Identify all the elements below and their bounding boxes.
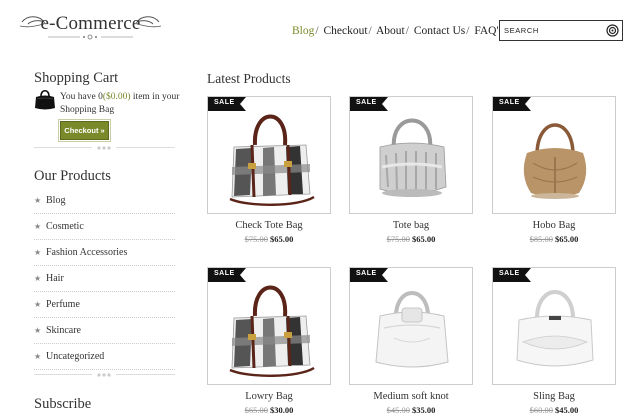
product-card[interactable]: SALE Sling Bag $60.00 $45.00 xyxy=(492,267,616,415)
star-icon: ★ xyxy=(34,274,42,283)
our-products-title: Our Products xyxy=(34,168,111,184)
sale-price: $35.00 xyxy=(412,405,436,415)
shopping-bag-icon xyxy=(35,89,55,110)
category-item[interactable]: ★ Perfume xyxy=(34,292,175,318)
old-price: $75.00 xyxy=(386,234,410,244)
sale-badge: SALE xyxy=(208,268,246,282)
star-icon: ★ xyxy=(34,196,42,205)
product-name[interactable]: Tote bag xyxy=(349,220,473,231)
product-image-frame[interactable]: SALE xyxy=(492,267,616,385)
search-input[interactable] xyxy=(504,24,602,37)
product-price: $65.00 $30.00 xyxy=(207,405,331,415)
star-icon: ★ xyxy=(34,352,42,361)
cart-amount: ($0.00) xyxy=(102,92,131,102)
old-price: $60.00 xyxy=(529,405,553,415)
product-image-frame[interactable]: SALE xyxy=(492,96,616,214)
hobo-bag-image xyxy=(523,123,587,199)
product-card[interactable]: SALE Tote bag $75.00 $65.00 xyxy=(349,96,473,244)
old-price: $65.00 xyxy=(244,405,268,415)
nav-blog[interactable]: Blog xyxy=(292,25,314,37)
old-price: $75.00 xyxy=(244,234,268,244)
sale-price: $45.00 xyxy=(555,405,579,415)
product-name[interactable]: Medium soft knot xyxy=(349,391,473,402)
sale-badge: SALE xyxy=(350,268,388,282)
tote-bag-image xyxy=(379,118,447,197)
category-item[interactable]: ★ Blog xyxy=(34,188,175,214)
product-card[interactable]: SALE Hobo Bag $85.00 $65.00 xyxy=(492,96,616,244)
logo-text: e-Commerce xyxy=(40,13,141,34)
main-nav: Blog/ Checkout/ About/ Contact Us/ FAQ's xyxy=(292,25,504,37)
category-item[interactable]: ★ Fashion Accessories xyxy=(34,240,175,266)
product-card[interactable]: SALE Medium soft knot $45.00 $35.00 xyxy=(349,267,473,415)
sale-badge: SALE xyxy=(350,97,388,111)
subscribe-title: Subscribe xyxy=(34,396,92,412)
old-price: $85.00 xyxy=(529,234,553,244)
search-icon[interactable] xyxy=(606,24,619,37)
product-name[interactable]: Check Tote Bag xyxy=(207,220,331,231)
product-card[interactable]: SALE Check Tote Bag $75.00 $65.00 xyxy=(207,96,331,244)
product-name[interactable]: Lowry Bag xyxy=(207,391,331,402)
sale-price: $65.00 xyxy=(555,234,579,244)
product-price: $75.00 $65.00 xyxy=(207,234,331,244)
search-box xyxy=(499,20,623,41)
shopping-cart-title: Shopping Cart xyxy=(34,70,119,86)
category-item[interactable]: ★ Uncategorized xyxy=(34,344,175,370)
category-list: ★ Blog ★ Cosmetic ★ Fashion Accessories ★ Ha… xyxy=(34,188,175,370)
sale-price: $65.00 xyxy=(270,234,294,244)
medium-soft-knot-bag-image xyxy=(375,291,449,368)
star-icon: ★ xyxy=(34,222,42,231)
product-name[interactable]: Sling Bag xyxy=(492,391,616,402)
check-tote-bag-image xyxy=(229,114,315,206)
cart-summary: You have 0($0.00) item in your Shopping … xyxy=(60,92,180,115)
product-image-frame[interactable]: SALE xyxy=(207,96,331,214)
divider xyxy=(34,372,175,378)
product-price: $45.00 $35.00 xyxy=(349,405,473,415)
sling-bag-image xyxy=(516,290,594,367)
nav-checkout[interactable]: Checkout xyxy=(323,25,367,37)
sale-badge: SALE xyxy=(493,268,531,282)
sale-price: $65.00 xyxy=(412,234,436,244)
product-price: $75.00 $65.00 xyxy=(349,234,473,244)
product-image-frame[interactable]: SALE xyxy=(207,267,331,385)
divider xyxy=(34,145,175,151)
star-icon: ★ xyxy=(34,300,42,309)
star-icon: ★ xyxy=(34,326,42,335)
product-name[interactable]: Hobo Bag xyxy=(492,220,616,231)
product-price: $85.00 $65.00 xyxy=(492,234,616,244)
sale-badge: SALE xyxy=(208,97,246,111)
nav-about[interactable]: About xyxy=(376,25,405,37)
lowry-bag-image xyxy=(229,285,315,377)
product-image-frame[interactable]: SALE xyxy=(349,96,473,214)
logo[interactable]: e-Commerce xyxy=(18,10,163,44)
star-icon: ★ xyxy=(34,248,42,257)
old-price: $45.00 xyxy=(386,405,410,415)
nav-contact-us[interactable]: Contact Us xyxy=(414,25,465,37)
sale-price: $30.00 xyxy=(270,405,294,415)
category-item[interactable]: ★ Skincare xyxy=(34,318,175,344)
category-item[interactable]: ★ Cosmetic xyxy=(34,214,175,240)
latest-products-title: Latest Products xyxy=(207,71,291,86)
checkout-button[interactable]: Checkout » xyxy=(58,119,111,142)
product-price: $60.00 $45.00 xyxy=(492,405,616,415)
sale-badge: SALE xyxy=(493,97,531,111)
product-card[interactable]: SALE Lowry Bag $65.00 $30.00 xyxy=(207,267,331,415)
product-image-frame[interactable]: SALE xyxy=(349,267,473,385)
category-item[interactable]: ★ Hair xyxy=(34,266,175,292)
